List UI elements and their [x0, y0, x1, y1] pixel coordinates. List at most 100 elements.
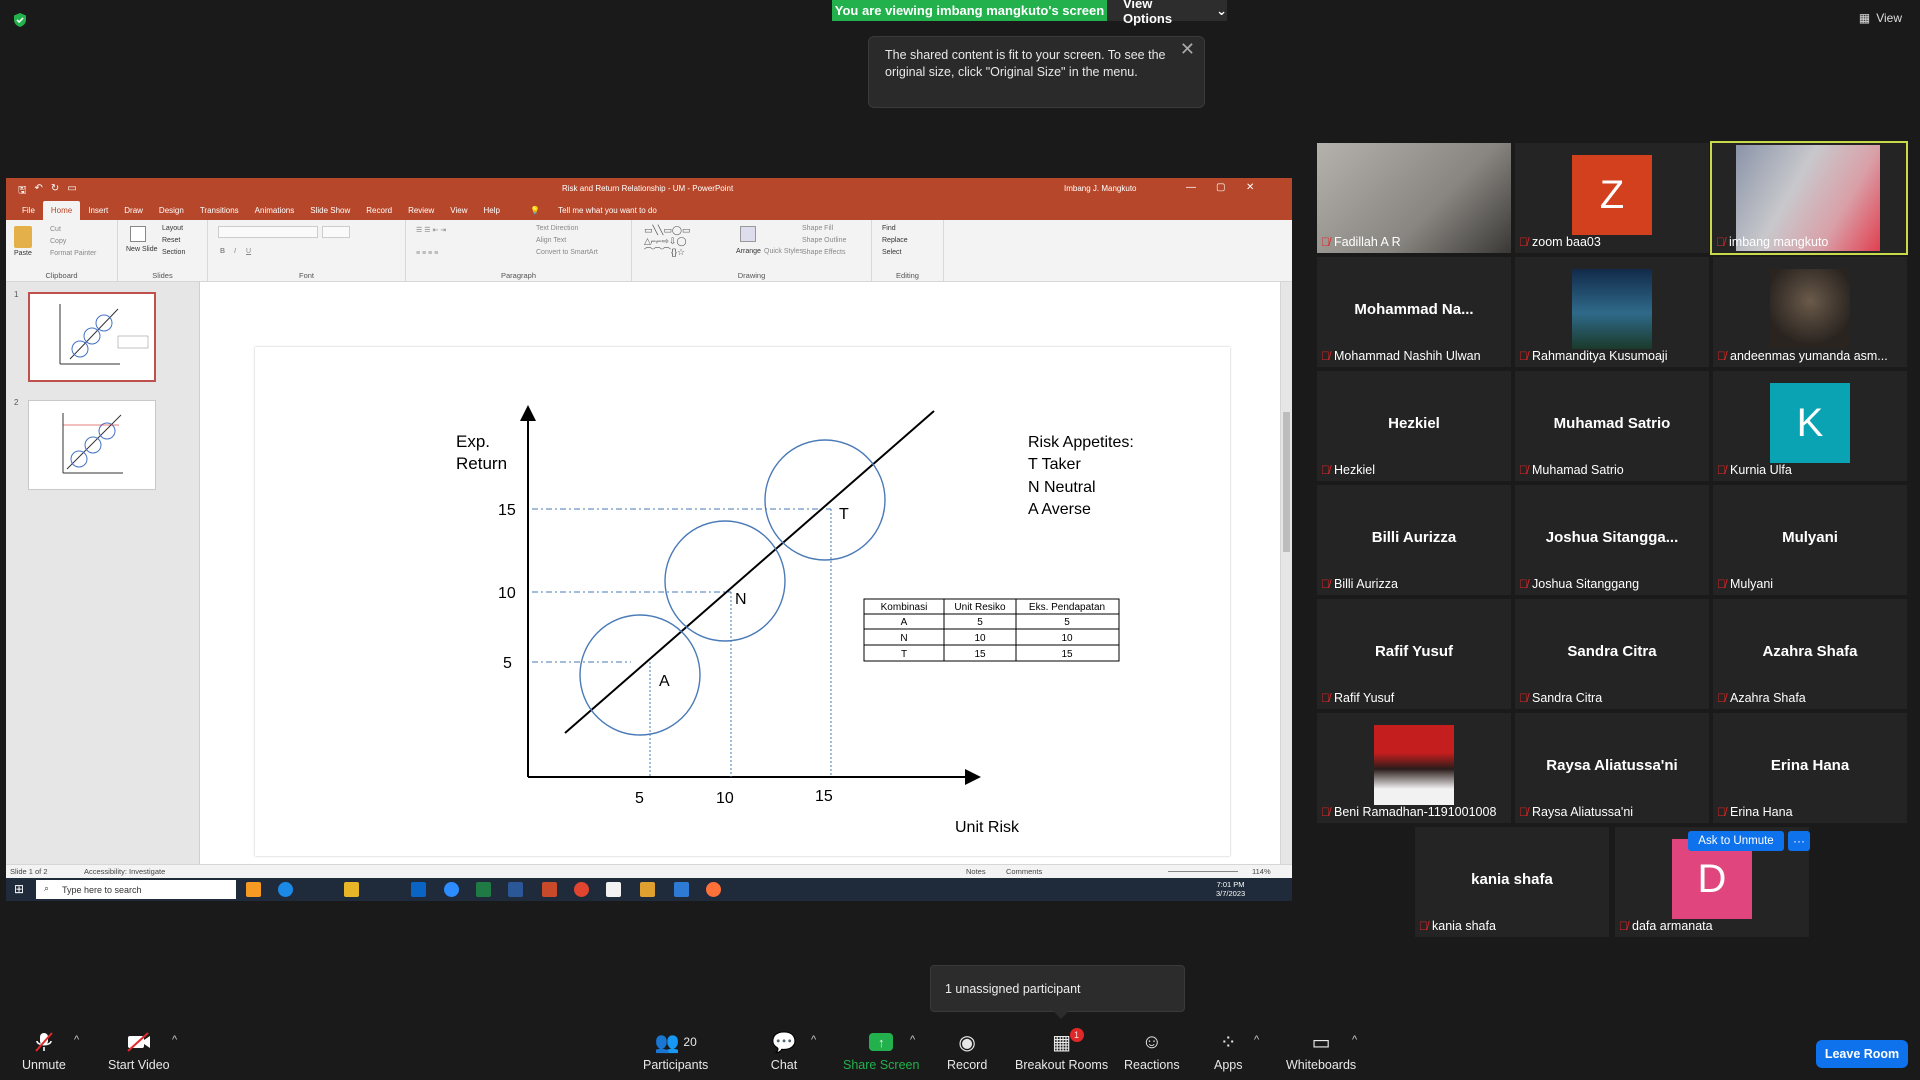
more-options-button[interactable]: ···	[1788, 831, 1810, 851]
participant-tile[interactable]: Z 🎙̸ zoom baa03	[1515, 143, 1709, 253]
close-window-icon[interactable]: ✕	[1246, 182, 1254, 193]
folder-icon[interactable]	[640, 882, 655, 897]
maximize-icon[interactable]: ▢	[1216, 182, 1225, 193]
chevron-up-icon[interactable]: ^	[910, 1034, 915, 1046]
chevron-up-icon[interactable]: ^	[74, 1034, 79, 1046]
task-view-icon[interactable]	[246, 882, 261, 897]
quick-styles-button[interactable]: Quick Styles	[764, 248, 803, 255]
participant-tile[interactable]: Rafif Yusuf 🎙̸ Rafif Yusuf	[1317, 599, 1511, 709]
ask-to-unmute-button[interactable]: Ask to Unmute	[1688, 831, 1784, 851]
chrome-icon[interactable]	[574, 882, 589, 897]
paste-icon[interactable]	[14, 226, 32, 248]
bold-icon[interactable]: B	[220, 248, 225, 255]
font-size-box[interactable]	[322, 226, 350, 238]
chevron-up-icon[interactable]: ^	[1254, 1034, 1259, 1046]
underline-icon[interactable]: U	[246, 248, 251, 255]
breakout-rooms-button[interactable]: ▦ 1 Breakout Rooms	[1015, 1028, 1108, 1072]
shape-fill-button[interactable]: Shape Fill	[802, 225, 833, 232]
comments-button[interactable]: Comments	[1006, 867, 1042, 876]
participant-tile[interactable]: Billi Aurizza 🎙̸ Billi Aurizza	[1317, 485, 1511, 595]
windows-start-icon[interactable]: ⊞	[14, 882, 24, 896]
participants-button[interactable]: 👥 20 Participants	[643, 1030, 708, 1073]
text-direction-button[interactable]: Text Direction	[536, 225, 578, 232]
view-options-button[interactable]: View Options ⌄	[1107, 0, 1227, 26]
powerpoint-icon[interactable]	[542, 882, 557, 897]
whiteboards-button[interactable]: ▭ Whiteboards	[1286, 1030, 1356, 1073]
excel-icon[interactable]	[476, 882, 491, 897]
participant-tile[interactable]: Mulyani 🎙̸ Mulyani	[1713, 485, 1907, 595]
zoom-level[interactable]: 114%	[1252, 867, 1271, 876]
reactions-button[interactable]: ☺ Reactions	[1124, 1030, 1180, 1073]
participant-tile[interactable]: 🎙̸ Fadillah A R	[1317, 143, 1511, 253]
align-icons[interactable]: ≡ ≡ ≡ ≡	[416, 250, 438, 257]
tab-review[interactable]: Review	[400, 206, 442, 220]
slide-scrollbar[interactable]	[1280, 282, 1292, 864]
undo-icon[interactable]: ↶	[35, 183, 43, 200]
tab-home[interactable]: Home	[42, 201, 81, 220]
tab-slide-show[interactable]: Slide Show	[302, 206, 358, 220]
word-icon[interactable]	[508, 882, 523, 897]
paste-button[interactable]: Paste	[14, 250, 32, 257]
tab-draw[interactable]: Draw	[116, 206, 151, 220]
chevron-up-icon[interactable]: ^	[1352, 1034, 1357, 1046]
record-button[interactable]: ◉ Record	[947, 1030, 987, 1073]
scrollbar-thumb[interactable]	[1283, 412, 1290, 552]
leave-room-button[interactable]: Leave Room	[1816, 1040, 1908, 1068]
bullets-icon[interactable]: ☰ ☰ ⇤ ⇥	[416, 226, 446, 234]
zoom-slider[interactable]	[1168, 871, 1238, 872]
tab-record[interactable]: Record	[358, 206, 400, 220]
participant-tile[interactable]: Raysa Aliatussa'ni 🎙̸ Raysa Aliatussa'ni	[1515, 713, 1709, 823]
view-button[interactable]: ▦ View	[1859, 11, 1902, 25]
participant-tile[interactable]: Joshua Sitangga... 🎙̸ Joshua Sitanggang	[1515, 485, 1709, 595]
find-button[interactable]: Find	[882, 225, 896, 232]
outlook-icon[interactable]	[411, 882, 426, 897]
firefox-icon[interactable]	[706, 882, 721, 897]
participant-tile[interactable]: Azahra Shafa 🎙̸ Azahra Shafa	[1713, 599, 1907, 709]
tab-file[interactable]: File	[14, 206, 43, 220]
taskbar-search[interactable]: ⌕ Type here to search	[36, 880, 236, 899]
arrange-icon[interactable]	[740, 226, 756, 242]
italic-icon[interactable]: I	[234, 248, 236, 255]
participant-tile[interactable]: kania shafa 🎙̸ kania shafa	[1415, 827, 1609, 937]
replace-button[interactable]: Replace	[882, 237, 908, 244]
chat-button[interactable]: 💬 Chat	[770, 1030, 798, 1073]
security-shield-icon[interactable]	[12, 12, 28, 28]
minimize-icon[interactable]: —	[1186, 182, 1196, 193]
apps-button[interactable]: ⁘ Apps	[1214, 1030, 1243, 1073]
zoom-app-icon[interactable]	[444, 882, 459, 897]
participant-tile[interactable]: Muhamad Satrio 🎙̸ Muhamad Satrio	[1515, 371, 1709, 481]
tab-transitions[interactable]: Transitions	[192, 206, 247, 220]
section-button[interactable]: Section	[162, 249, 185, 256]
edge-icon[interactable]	[278, 882, 293, 897]
active-speaker-tile[interactable]: 🎙̸ imbang mangkuto	[1710, 141, 1908, 255]
participant-tile[interactable]: 🎙̸ Beni Ramadhan-1191001008	[1317, 713, 1511, 823]
shapes-gallery[interactable]: ▭╲╲▭◯▭ △⌐⌐⇨⇩◯ ⌒⌒⌒{}☆	[644, 225, 728, 259]
slide-thumb-2[interactable]	[28, 400, 156, 490]
align-text-button[interactable]: Align Text	[536, 237, 566, 244]
new-slide-icon[interactable]	[130, 226, 146, 242]
slide-thumb-1[interactable]	[28, 292, 156, 382]
close-icon[interactable]: ✕	[1180, 40, 1195, 58]
save-icon[interactable]: 🖫	[18, 183, 27, 200]
pdf-icon[interactable]	[606, 882, 621, 897]
accessibility-status[interactable]: Accessibility: Investigate	[84, 867, 165, 876]
participant-tile[interactable]: Hezkiel 🎙̸ Hezkiel	[1317, 371, 1511, 481]
format-painter-button[interactable]: Format Painter	[50, 250, 96, 257]
participant-tile[interactable]: Erina Hana 🎙̸ Erina Hana	[1713, 713, 1907, 823]
tell-me-search[interactable]: 💡 Tell me what you want to do	[514, 206, 673, 220]
arrange-button[interactable]: Arrange	[736, 248, 761, 255]
participant-tile[interactable]: 🎙̸ Rahmanditya Kusumoaji	[1515, 257, 1709, 367]
cut-button[interactable]: Cut	[50, 226, 61, 233]
font-name-box[interactable]	[218, 226, 318, 238]
taskbar-clock[interactable]: 7:01 PM 3/7/2023	[1216, 880, 1245, 898]
present-icon[interactable]: ▭	[67, 183, 76, 200]
tab-design[interactable]: Design	[151, 206, 192, 220]
participant-tile[interactable]: Mohammad Na... 🎙̸ Mohammad Nashih Ulwan	[1317, 257, 1511, 367]
tab-help[interactable]: Help	[476, 206, 508, 220]
ppt-user-name[interactable]: Imbang J. Mangkuto	[1064, 184, 1136, 193]
unmute-button[interactable]: Unmute	[22, 1030, 66, 1072]
reset-button[interactable]: Reset	[162, 237, 180, 244]
convert-smartart-button[interactable]: Convert to SmartArt	[536, 249, 598, 256]
participant-tile[interactable]: Sandra Citra 🎙̸ Sandra Citra	[1515, 599, 1709, 709]
start-video-button[interactable]: Start Video	[108, 1030, 170, 1072]
